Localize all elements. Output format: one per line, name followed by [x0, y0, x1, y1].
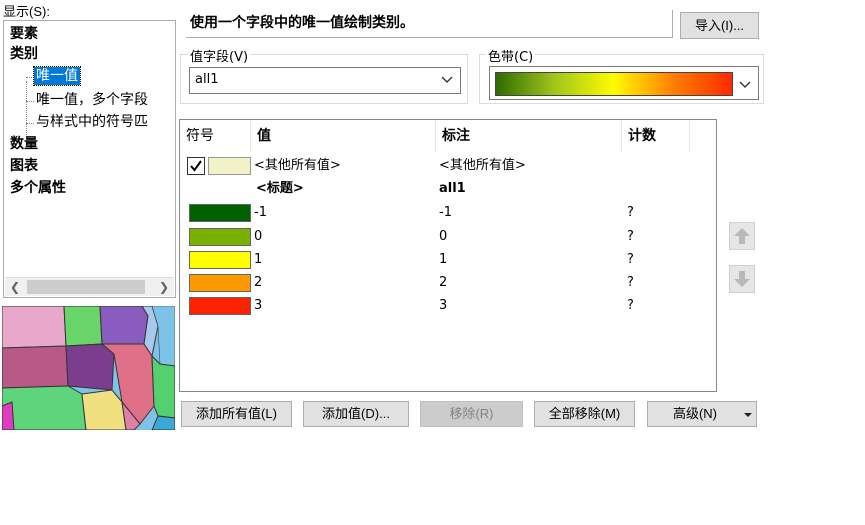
- row-label: 1: [439, 252, 448, 267]
- renderer-tree[interactable]: 要素 类别 唯一值 唯一值，多个字段 与样式中的符号匹 数量 图表 多个属性 ❮…: [3, 20, 176, 298]
- symbol-swatch[interactable]: [189, 228, 251, 246]
- tree-item-quantities[interactable]: 数量: [10, 135, 38, 153]
- color-ramp-label: 色带(C): [486, 46, 536, 65]
- scroll-left-icon[interactable]: ❮: [7, 279, 23, 295]
- advanced-button-label: 高级(N): [672, 406, 718, 421]
- heading-value: <标题>: [256, 181, 304, 196]
- color-ramp-preview: [495, 72, 733, 96]
- row-label: 0: [439, 229, 448, 244]
- other-values-label: <其他所有值>: [439, 158, 526, 173]
- row-value: 3: [254, 298, 263, 313]
- heading-label: all1: [439, 181, 466, 196]
- remove-all-button[interactable]: 全部移除(M): [534, 401, 635, 427]
- tree-item-match-to-style[interactable]: 与样式中的符号匹: [36, 113, 148, 131]
- tree-item-multiple-attributes[interactable]: 多个属性: [10, 179, 66, 197]
- row-count: ?: [627, 205, 634, 220]
- value-field-current: all1: [195, 72, 219, 87]
- tree-item-unique-values[interactable]: 唯一值: [33, 66, 81, 86]
- row-count: ?: [627, 252, 634, 267]
- tree-horizontal-scrollbar[interactable]: ❮ ❯: [5, 277, 174, 296]
- move-down-button[interactable]: [729, 265, 755, 293]
- column-header-count[interactable]: 计数: [622, 120, 690, 152]
- other-values-value: <其他所有值>: [254, 158, 341, 173]
- tree-connector: [26, 101, 34, 102]
- chevron-down-icon: [739, 81, 751, 88]
- tree-item-charts[interactable]: 图表: [10, 157, 38, 175]
- display-label: 显示(S):: [3, 4, 50, 19]
- color-ramp-select[interactable]: [489, 66, 759, 100]
- checkmark-icon: [190, 160, 202, 172]
- advanced-button[interactable]: 高级(N): [647, 401, 757, 427]
- symbol-swatch[interactable]: [189, 204, 251, 222]
- chevron-down-icon: [441, 76, 453, 83]
- row-value: 2: [254, 275, 263, 290]
- column-header-symbol[interactable]: 符号: [180, 120, 251, 152]
- symbol-swatch[interactable]: [189, 274, 251, 292]
- tree-connector: [26, 77, 34, 78]
- row-count: ?: [627, 229, 634, 244]
- symbol-swatch[interactable]: [208, 157, 251, 175]
- add-values-button[interactable]: 添加值(D)...: [303, 401, 409, 427]
- value-field-select[interactable]: all1: [189, 67, 461, 94]
- tree-item-features[interactable]: 要素: [10, 25, 38, 43]
- checkbox-checked[interactable]: [187, 157, 205, 175]
- dropdown-arrow-icon: [744, 413, 752, 417]
- row-count: ?: [627, 298, 634, 313]
- column-header-label[interactable]: 标注: [436, 120, 622, 152]
- remove-button[interactable]: 移除(R): [420, 401, 523, 427]
- scroll-thumb[interactable]: [27, 280, 145, 294]
- arrow-up-icon: [734, 228, 750, 244]
- tree-connector: [26, 123, 34, 124]
- value-field-label: 值字段(V): [188, 46, 251, 65]
- row-label: 3: [439, 298, 448, 313]
- import-button[interactable]: 导入(I)...: [680, 12, 759, 39]
- arrow-down-icon: [734, 271, 750, 287]
- map-preview: [2, 306, 175, 430]
- row-value: 1: [254, 252, 263, 267]
- scroll-right-icon[interactable]: ❯: [156, 279, 172, 295]
- tree-item-unique-values-many-fields[interactable]: 唯一值，多个字段: [36, 91, 148, 109]
- move-up-button[interactable]: [729, 222, 755, 250]
- row-label: -1: [439, 205, 452, 220]
- row-value: 0: [254, 229, 263, 244]
- row-label: 2: [439, 275, 448, 290]
- add-all-values-button[interactable]: 添加所有值(L): [181, 401, 292, 427]
- row-value: -1: [254, 205, 267, 220]
- symbol-swatch[interactable]: [189, 297, 251, 315]
- row-count: ?: [627, 275, 634, 290]
- symbol-swatch[interactable]: [189, 251, 251, 269]
- symbol-table[interactable]: 符号 值 标注 计数 <其他所有值> <其他所有值> <标题> all1 -1 …: [179, 119, 717, 392]
- renderer-description: 使用一个字段中的唯一值绘制类别。: [186, 10, 673, 38]
- column-header-value[interactable]: 值: [251, 120, 436, 152]
- tree-item-categories[interactable]: 类别: [10, 45, 38, 63]
